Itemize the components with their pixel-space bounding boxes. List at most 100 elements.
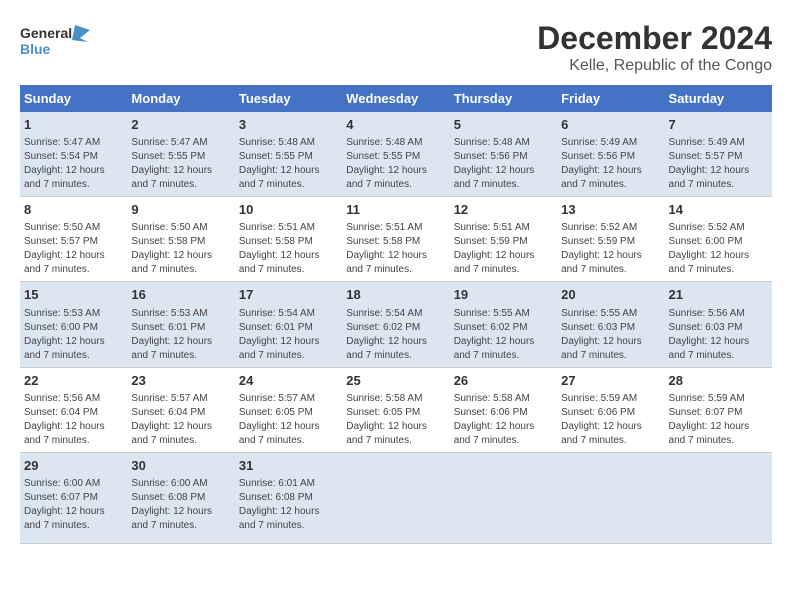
day-number: 29	[24, 457, 123, 475]
day-info: Sunrise: 5:48 AM Sunset: 5:55 PM Dayligh…	[346, 136, 445, 192]
day-info: Sunrise: 5:56 AM Sunset: 6:04 PM Dayligh…	[24, 392, 123, 448]
day-number: 5	[454, 116, 553, 134]
day-number: 26	[454, 372, 553, 390]
calendar-day-header: Wednesday	[342, 85, 449, 112]
calendar-day-cell: 21 Sunrise: 5:56 AM Sunset: 6:03 PM Dayli…	[665, 282, 772, 367]
calendar-day-header: Thursday	[450, 85, 557, 112]
day-info: Sunrise: 5:49 AM Sunset: 5:57 PM Dayligh…	[669, 136, 768, 192]
day-info: Sunrise: 5:48 AM Sunset: 5:56 PM Dayligh…	[454, 136, 553, 192]
calendar-week-row: 22 Sunrise: 5:56 AM Sunset: 6:04 PM Dayli…	[20, 367, 772, 452]
day-info: Sunrise: 5:58 AM Sunset: 6:06 PM Dayligh…	[454, 392, 553, 448]
day-number: 10	[239, 201, 338, 219]
day-number: 6	[561, 116, 660, 134]
day-info: Sunrise: 5:55 AM Sunset: 6:02 PM Dayligh…	[454, 307, 553, 363]
day-info: Sunrise: 5:49 AM Sunset: 5:56 PM Dayligh…	[561, 136, 660, 192]
calendar-day-cell: 27Sunrise: 5:59 AM Sunset: 6:06 PM Dayli…	[557, 367, 664, 452]
day-info: Sunrise: 5:47 AM Sunset: 5:54 PM Dayligh…	[24, 136, 123, 192]
day-info: Sunrise: 5:56 AM Sunset: 6:03 PM Dayligh…	[669, 307, 768, 363]
calendar-day-cell: 24 Sunrise: 5:57 AM Sunset: 6:05 PM Dayli…	[235, 367, 342, 452]
day-info: Sunrise: 5:51 AM Sunset: 5:58 PM Dayligh…	[239, 221, 338, 277]
calendar-day-cell	[342, 452, 449, 543]
svg-text:General: General	[20, 25, 72, 41]
day-info: Sunrise: 5:51 AM Sunset: 5:58 PM Dayligh…	[346, 221, 445, 277]
title-area: December 2024 Kelle, Republic of the Con…	[537, 20, 772, 75]
calendar-day-header: Saturday	[665, 85, 772, 112]
day-info: Sunrise: 5:53 AM Sunset: 6:01 PM Dayligh…	[131, 307, 230, 363]
calendar-table: SundayMondayTuesdayWednesdayThursdayFrid…	[20, 85, 772, 544]
day-info: Sunrise: 5:50 AM Sunset: 5:58 PM Dayligh…	[131, 221, 230, 277]
header: GeneralBlue December 2024 Kelle, Republi…	[20, 20, 772, 75]
day-info: Sunrise: 5:55 AM Sunset: 6:03 PM Dayligh…	[561, 307, 660, 363]
day-number: 8	[24, 201, 123, 219]
day-number: 1	[24, 116, 123, 134]
calendar-day-cell: 22 Sunrise: 5:56 AM Sunset: 6:04 PM Dayli…	[20, 367, 127, 452]
day-number: 16	[131, 286, 230, 304]
calendar-week-row: 29 Sunrise: 6:00 AM Sunset: 6:07 PM Dayli…	[20, 452, 772, 543]
calendar-day-header: Friday	[557, 85, 664, 112]
day-info: Sunrise: 5:53 AM Sunset: 6:00 PM Dayligh…	[24, 307, 123, 363]
calendar-day-cell: 3Sunrise: 5:48 AM Sunset: 5:55 PM Daylig…	[235, 112, 342, 197]
calendar-day-cell: 18 Sunrise: 5:54 AM Sunset: 6:02 PM Dayli…	[342, 282, 449, 367]
day-number: 9	[131, 201, 230, 219]
day-info: Sunrise: 5:57 AM Sunset: 6:05 PM Dayligh…	[239, 392, 338, 448]
calendar-day-cell: 13 Sunrise: 5:52 AM Sunset: 5:59 PM Dayli…	[557, 197, 664, 282]
day-number: 23	[131, 372, 230, 390]
calendar-day-cell: 9 Sunrise: 5:50 AM Sunset: 5:58 PM Daylig…	[127, 197, 234, 282]
day-number: 22	[24, 372, 123, 390]
day-number: 2	[131, 116, 230, 134]
day-number: 31	[239, 457, 338, 475]
calendar-day-cell: 2Sunrise: 5:47 AM Sunset: 5:55 PM Daylig…	[127, 112, 234, 197]
day-info: Sunrise: 5:54 AM Sunset: 6:01 PM Dayligh…	[239, 307, 338, 363]
day-number: 28	[669, 372, 768, 390]
day-info: Sunrise: 5:57 AM Sunset: 6:04 PM Dayligh…	[131, 392, 230, 448]
day-number: 17	[239, 286, 338, 304]
calendar-day-cell: 28 Sunrise: 5:59 AM Sunset: 6:07 PM Dayli…	[665, 367, 772, 452]
calendar-day-header: Sunday	[20, 85, 127, 112]
calendar-day-cell: 30 Sunrise: 6:00 AM Sunset: 6:08 PM Dayli…	[127, 452, 234, 543]
day-number: 11	[346, 201, 445, 219]
day-number: 18	[346, 286, 445, 304]
day-info: Sunrise: 6:00 AM Sunset: 6:08 PM Dayligh…	[131, 477, 230, 533]
day-info: Sunrise: 5:52 AM Sunset: 5:59 PM Dayligh…	[561, 221, 660, 277]
day-number: 24	[239, 372, 338, 390]
day-number: 13	[561, 201, 660, 219]
calendar-day-cell: 29 Sunrise: 6:00 AM Sunset: 6:07 PM Dayli…	[20, 452, 127, 543]
day-info: Sunrise: 6:01 AM Sunset: 6:08 PM Dayligh…	[239, 477, 338, 533]
day-number: 20	[561, 286, 660, 304]
calendar-day-cell: 20 Sunrise: 5:55 AM Sunset: 6:03 PM Dayli…	[557, 282, 664, 367]
calendar-day-cell: 14Sunrise: 5:52 AM Sunset: 6:00 PM Dayli…	[665, 197, 772, 282]
day-number: 25	[346, 372, 445, 390]
calendar-day-cell: 5 Sunrise: 5:48 AM Sunset: 5:56 PM Daylig…	[450, 112, 557, 197]
calendar-day-cell: 19 Sunrise: 5:55 AM Sunset: 6:02 PM Dayli…	[450, 282, 557, 367]
calendar-day-cell: 7 Sunrise: 5:49 AM Sunset: 5:57 PM Daylig…	[665, 112, 772, 197]
page-subtitle: Kelle, Republic of the Congo	[537, 57, 772, 75]
day-info: Sunrise: 5:54 AM Sunset: 6:02 PM Dayligh…	[346, 307, 445, 363]
calendar-day-header: Tuesday	[235, 85, 342, 112]
day-number: 7	[669, 116, 768, 134]
calendar-day-cell: 17 Sunrise: 5:54 AM Sunset: 6:01 PM Dayli…	[235, 282, 342, 367]
calendar-day-cell: 1 Sunrise: 5:47 AM Sunset: 5:54 PM Daylig…	[20, 112, 127, 197]
calendar-week-row: 1 Sunrise: 5:47 AM Sunset: 5:54 PM Daylig…	[20, 112, 772, 197]
day-number: 19	[454, 286, 553, 304]
calendar-day-cell: 4Sunrise: 5:48 AM Sunset: 5:55 PM Daylig…	[342, 112, 449, 197]
calendar-day-cell	[450, 452, 557, 543]
day-number: 12	[454, 201, 553, 219]
day-info: Sunrise: 5:50 AM Sunset: 5:57 PM Dayligh…	[24, 221, 123, 277]
day-info: Sunrise: 6:00 AM Sunset: 6:07 PM Dayligh…	[24, 477, 123, 533]
calendar-day-cell: 26 Sunrise: 5:58 AM Sunset: 6:06 PM Dayli…	[450, 367, 557, 452]
calendar-day-cell	[665, 452, 772, 543]
calendar-day-cell: 25Sunrise: 5:58 AM Sunset: 6:05 PM Dayli…	[342, 367, 449, 452]
calendar-day-cell: 23 Sunrise: 5:57 AM Sunset: 6:04 PM Dayli…	[127, 367, 234, 452]
day-info: Sunrise: 5:59 AM Sunset: 6:07 PM Dayligh…	[669, 392, 768, 448]
calendar-day-cell: 12Sunrise: 5:51 AM Sunset: 5:59 PM Dayli…	[450, 197, 557, 282]
calendar-week-row: 15Sunrise: 5:53 AM Sunset: 6:00 PM Dayli…	[20, 282, 772, 367]
calendar-day-cell	[557, 452, 664, 543]
day-number: 30	[131, 457, 230, 475]
calendar-day-cell: 16 Sunrise: 5:53 AM Sunset: 6:01 PM Dayli…	[127, 282, 234, 367]
day-info: Sunrise: 5:52 AM Sunset: 6:00 PM Dayligh…	[669, 221, 768, 277]
logo: GeneralBlue	[20, 20, 90, 60]
svg-text:Blue: Blue	[20, 41, 51, 57]
day-number: 3	[239, 116, 338, 134]
calendar-day-cell: 31 Sunrise: 6:01 AM Sunset: 6:08 PM Dayli…	[235, 452, 342, 543]
day-number: 21	[669, 286, 768, 304]
